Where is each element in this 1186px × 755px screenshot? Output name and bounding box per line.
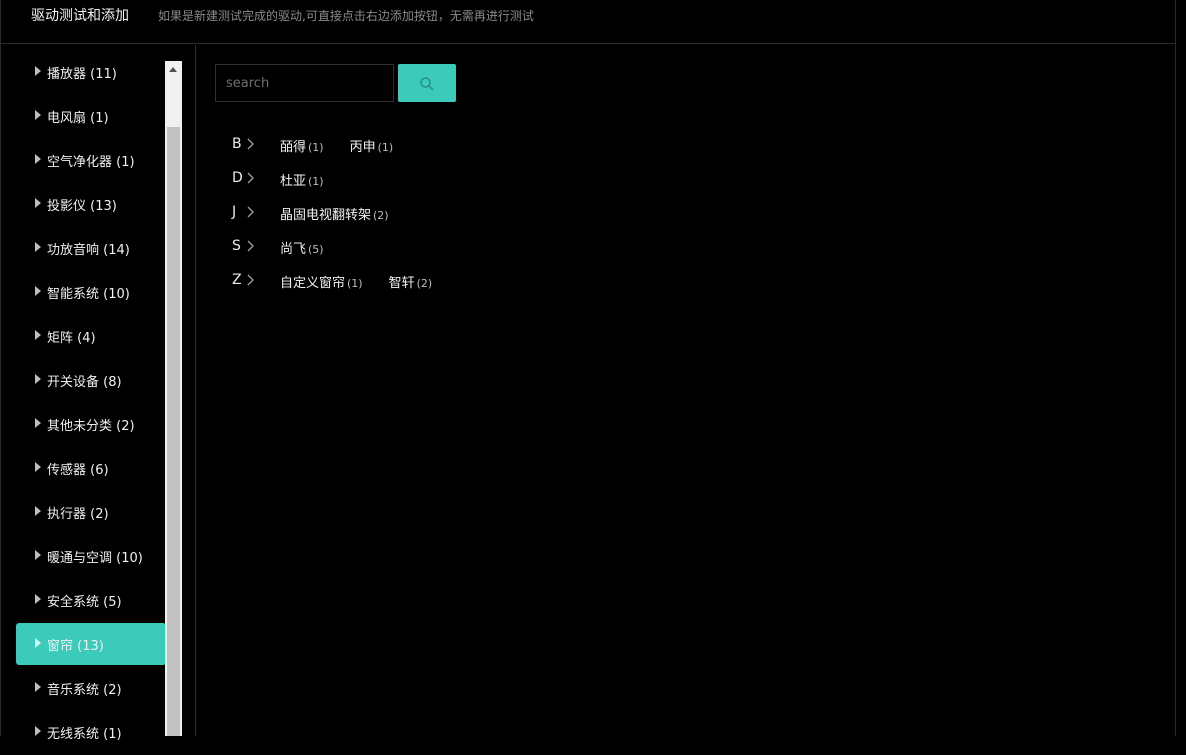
caret-right-icon: [35, 550, 41, 560]
sidebar-item[interactable]: 播放器 (11): [16, 51, 166, 93]
brand-count: (2): [416, 277, 433, 290]
sidebar-item-label: 电风扇 (1): [47, 111, 109, 126]
brand-count: (2): [373, 209, 389, 222]
chevron-right-icon: [247, 172, 254, 184]
sidebar-item[interactable]: 安全系统 (5): [16, 579, 166, 621]
brand-letter: Z: [232, 272, 242, 288]
sidebar-item-label: 投影仪 (13): [47, 199, 117, 214]
page-title: 驱动测试和添加: [31, 8, 129, 24]
brand-letter: J: [232, 204, 237, 220]
brand-link[interactable]: 自定义窗帘 (1): [280, 272, 363, 291]
brand-name: 晶固电视翻转架: [280, 208, 372, 223]
brand-items: 晶固电视翻转架 (2): [280, 204, 415, 223]
sidebar-item[interactable]: 电风扇 (1): [16, 95, 166, 137]
sidebar-item[interactable]: 执行器 (2): [16, 491, 166, 533]
brand-count: (1): [308, 175, 324, 188]
brand-name: 尚飞: [280, 242, 307, 257]
brand-count: (1): [308, 141, 324, 154]
caret-right-icon: [35, 638, 41, 648]
brand-letter: S: [232, 238, 241, 254]
brand-items: 自定义窗帘 (1) 智轩 (2): [280, 272, 458, 291]
sidebar-item-label: 暖通与空调 (10): [47, 551, 143, 566]
caret-right-icon: [35, 682, 41, 692]
sidebar-item-label: 矩阵 (4): [47, 331, 96, 346]
sidebar-item[interactable]: 空气净化器 (1): [16, 139, 166, 181]
sidebar-item[interactable]: 其他未分类 (2): [16, 403, 166, 445]
caret-right-icon: [35, 286, 41, 296]
brand-items: 杜亚 (1): [280, 170, 350, 189]
sidebar-item[interactable]: 投影仪 (13): [16, 183, 166, 225]
sidebar-item[interactable]: 智能系统 (10): [16, 271, 166, 313]
category-list: 播放器 (11) 电风扇 (1) 空气净化器 (1) 投影仪 (13) 功放音响 (14…: [16, 51, 166, 755]
sidebar-item-label: 音乐系统 (2): [47, 683, 122, 698]
caret-right-icon: [35, 594, 41, 604]
brand-name: 智轩: [388, 276, 415, 291]
sidebar-item-label: 无线系统 (1): [47, 727, 122, 742]
sidebar-item[interactable]: 窗帘 (13): [16, 623, 166, 665]
brand-link[interactable]: 杜亚 (1): [280, 170, 324, 189]
page-subtitle: 如果是新建测试完成的驱动,可直接点击右边添加按钮，无需再进行测试: [158, 9, 534, 23]
brand-link[interactable]: 晶固电视翻转架 (2): [280, 204, 389, 223]
sidebar-item-label: 执行器 (2): [47, 507, 109, 522]
caret-right-icon: [35, 110, 41, 120]
sidebar-item[interactable]: 矩阵 (4): [16, 315, 166, 357]
brand-link[interactable]: 尚飞 (5): [280, 238, 324, 257]
sidebar-item-label: 传感器 (6): [47, 463, 109, 478]
brand-letter: D: [232, 170, 243, 186]
scroll-up-arrow-icon[interactable]: [169, 67, 177, 72]
sidebar-item[interactable]: 暖通与空调 (10): [16, 535, 166, 577]
caret-right-icon: [35, 154, 41, 164]
chevron-right-icon: [247, 274, 254, 286]
brand-name: 皕得: [280, 140, 307, 155]
caret-right-icon: [35, 418, 41, 428]
caret-right-icon: [35, 330, 41, 340]
caret-right-icon: [35, 66, 41, 76]
brand-count: (5): [308, 243, 324, 256]
caret-right-icon: [35, 198, 41, 208]
search-button[interactable]: [398, 64, 456, 102]
brand-count: (1): [377, 141, 394, 154]
search-input[interactable]: [215, 64, 394, 102]
sidebar-item-label: 开关设备 (8): [47, 375, 122, 390]
brand-count: (1): [347, 277, 363, 290]
sidebar-item[interactable]: 功放音响 (14): [16, 227, 166, 269]
page-header: 驱动测试和添加 如果是新建测试完成的驱动,可直接点击右边添加按钮，无需再进行测试: [0, 0, 1176, 44]
brand-link[interactable]: 智轩 (2): [389, 272, 433, 291]
brand-name: 丙申: [349, 140, 376, 155]
sidebar-item-label: 安全系统 (5): [47, 595, 122, 610]
brand-link[interactable]: 丙申 (1): [350, 136, 394, 155]
caret-right-icon: [35, 506, 41, 516]
caret-right-icon: [35, 462, 41, 472]
chevron-right-icon: [247, 138, 254, 150]
sidebar-item[interactable]: 传感器 (6): [16, 447, 166, 489]
sidebar-item[interactable]: 音乐系统 (2): [16, 667, 166, 709]
chevron-right-icon: [247, 206, 254, 218]
right-border: [1175, 44, 1176, 736]
brand-letter: B: [232, 136, 242, 152]
sidebar-item-label: 窗帘 (13): [47, 639, 104, 654]
brand-items: 皕得 (1) 丙申 (1): [280, 136, 419, 155]
search-icon: [420, 77, 434, 91]
brand-items: 尚飞 (5): [280, 238, 350, 257]
sidebar-item[interactable]: 无线系统 (1): [16, 711, 166, 753]
scrollbar-thumb[interactable]: [167, 127, 180, 736]
caret-right-icon: [35, 242, 41, 252]
caret-right-icon: [35, 726, 41, 736]
brand-name: 自定义窗帘: [280, 276, 346, 291]
sidebar-item[interactable]: 开关设备 (8): [16, 359, 166, 401]
sidebar-item-label: 其他未分类 (2): [47, 419, 135, 434]
sidebar-item-label: 智能系统 (10): [47, 287, 130, 302]
caret-right-icon: [35, 374, 41, 384]
sidebar-item-label: 播放器 (11): [47, 67, 117, 82]
sidebar-scrollbar[interactable]: [165, 61, 182, 736]
brand-link[interactable]: 皕得 (1): [280, 136, 324, 155]
category-sidebar: 播放器 (11) 电风扇 (1) 空气净化器 (1) 投影仪 (13) 功放音响 (14…: [0, 45, 196, 742]
sidebar-item-label: 功放音响 (14): [47, 243, 130, 258]
chevron-right-icon: [247, 240, 254, 252]
sidebar-item-label: 空气净化器 (1): [47, 155, 135, 170]
brand-name: 杜亚: [280, 174, 307, 189]
